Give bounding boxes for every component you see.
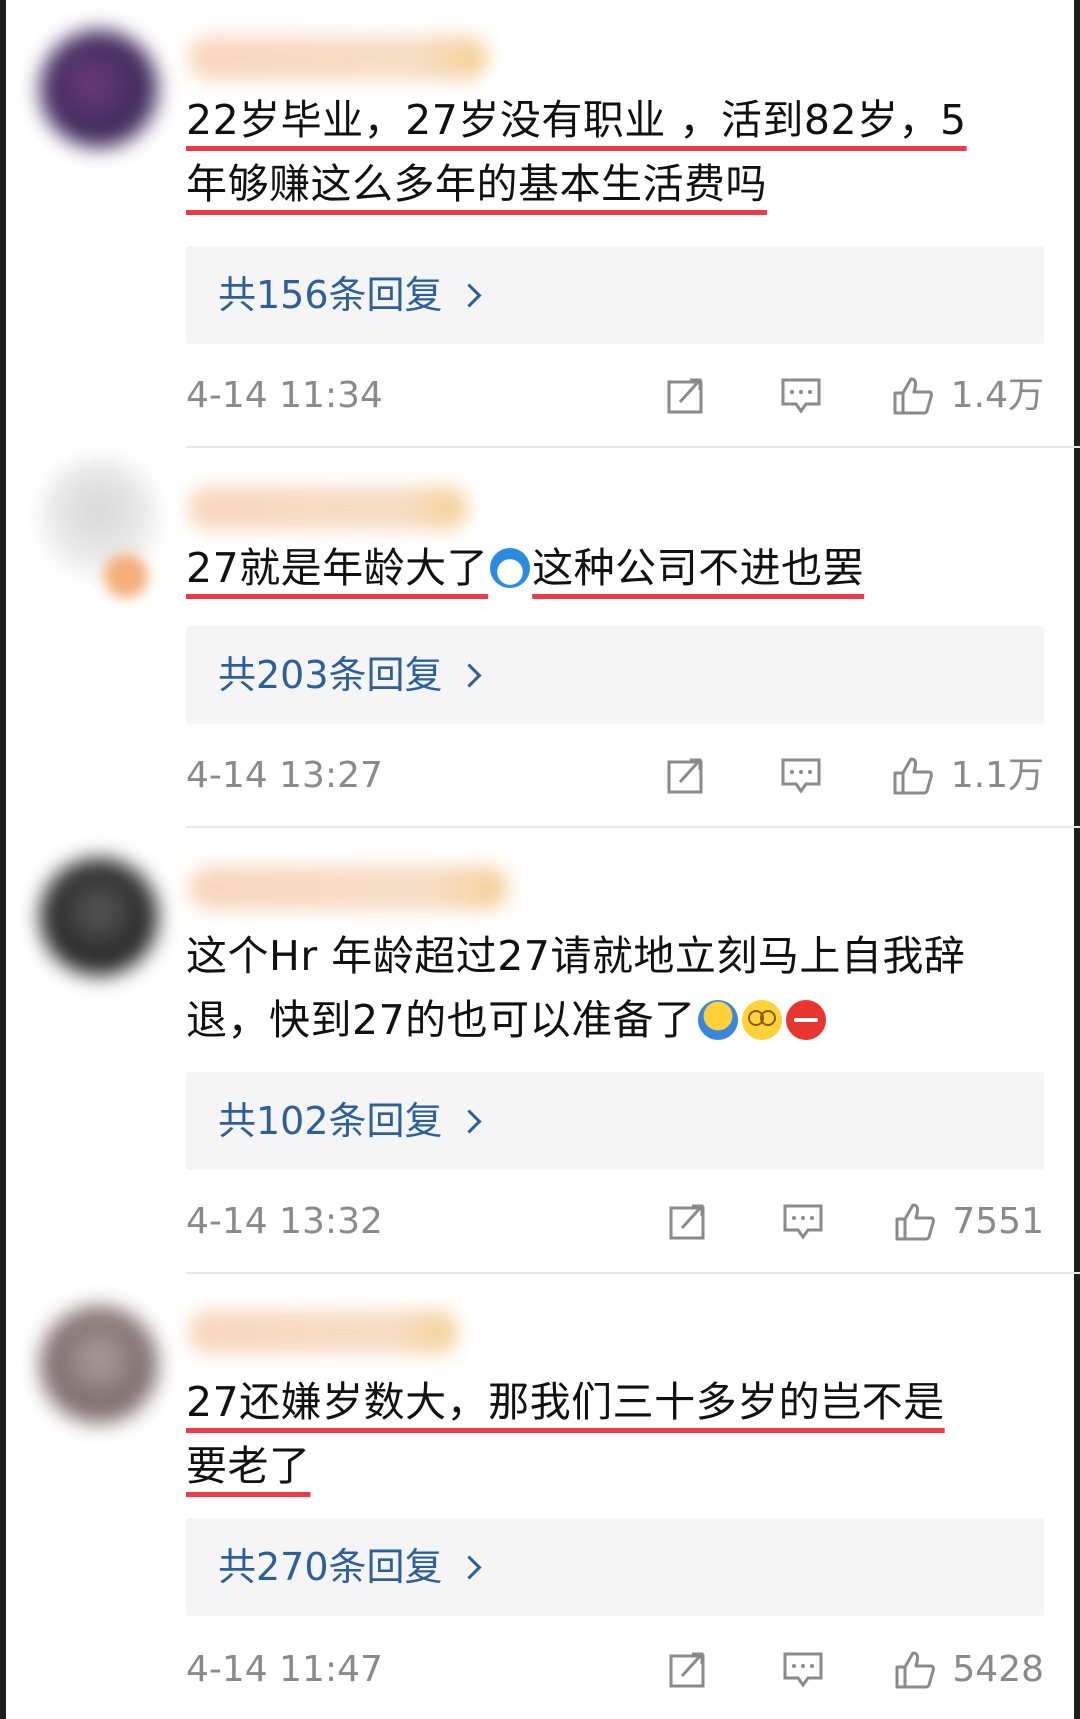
comment-line-part: 这种公司不进也罢 xyxy=(532,544,865,592)
view-replies-button[interactable]: 共270条回复 xyxy=(186,1518,1044,1616)
view-replies-button[interactable]: 共156条回复 xyxy=(186,246,1044,344)
thumbs-up-icon[interactable] xyxy=(892,756,934,796)
username-blurred[interactable] xyxy=(188,486,468,530)
avatar[interactable] xyxy=(40,858,158,976)
avatar-badge xyxy=(104,554,148,598)
avatar[interactable] xyxy=(40,30,158,148)
chevron-right-icon xyxy=(457,283,482,308)
username-blurred[interactable] xyxy=(188,866,508,910)
comment-line-part: 退，快到27的也可以准备了 xyxy=(186,996,696,1044)
comment-line: 22岁毕业，27岁没有职业 ，活到82岁，5 xyxy=(186,96,967,144)
comment-timestamp: 4-14 11:47 xyxy=(186,1649,383,1690)
comment-line: 年够赚这么多年的基本生活费吗 xyxy=(186,160,767,208)
comment-line: 这个Hr 年龄超过27请就地立刻马上自我辞 xyxy=(186,932,966,980)
username-blurred[interactable] xyxy=(188,36,488,80)
comment-timestamp: 4-14 13:32 xyxy=(186,1201,383,1242)
comment-line: 退，快到27的也可以准备了 xyxy=(186,988,1046,1052)
chevron-right-icon xyxy=(457,663,482,688)
comment-line: 27就是年龄大了 这种公司不进也罢 xyxy=(186,536,864,600)
like-count: 1.1万 xyxy=(950,755,1044,796)
comment-icon[interactable] xyxy=(780,756,822,796)
username-blurred[interactable] xyxy=(188,1310,458,1354)
view-replies-button[interactable]: 共102条回复 xyxy=(186,1072,1044,1170)
replies-count-label: 共156条回复 xyxy=(218,273,443,317)
comment-line: 27还嫌岁数大，那我们三十多岁的岂不是 xyxy=(186,1378,945,1426)
shrug-emoji xyxy=(697,1000,738,1040)
share-icon[interactable] xyxy=(668,1202,710,1242)
comment-timestamp: 4-14 13:27 xyxy=(186,755,383,796)
view-replies-button[interactable]: 共203条回复 xyxy=(186,626,1044,724)
comment-text: 27还嫌岁数大，那我们三十多岁的岂不是 要老了 xyxy=(186,1370,1046,1498)
comment-line: 要老了 xyxy=(186,1442,311,1490)
share-icon[interactable] xyxy=(668,1650,710,1690)
divider xyxy=(186,1272,1080,1274)
like-count: 7551 xyxy=(952,1201,1044,1242)
divider xyxy=(186,826,1080,828)
comment-timestamp: 4-14 11:34 xyxy=(186,375,383,416)
comment-text: 27就是年龄大了 这种公司不进也罢 xyxy=(186,536,1046,600)
comment-meta: 4-14 13:32 7551 xyxy=(186,1192,1044,1252)
share-icon[interactable] xyxy=(666,756,708,796)
angry-emoji xyxy=(785,1000,826,1040)
comment-meta: 4-14 11:47 5428 xyxy=(186,1640,1044,1700)
comment-icon[interactable] xyxy=(782,1202,824,1242)
replies-count-label: 共102条回复 xyxy=(218,1099,443,1143)
comment-icon[interactable] xyxy=(782,1650,824,1690)
like-count: 5428 xyxy=(952,1649,1044,1690)
like-count: 1.4万 xyxy=(950,375,1044,416)
chevron-right-icon xyxy=(457,1109,482,1134)
comment-text: 22岁毕业，27岁没有职业 ，活到82岁，5 年够赚这么多年的基本生活费吗 xyxy=(186,88,1046,216)
replies-count-label: 共203条回复 xyxy=(218,653,443,697)
share-icon[interactable] xyxy=(666,376,708,416)
avatar[interactable] xyxy=(40,1306,158,1424)
chevron-right-icon xyxy=(457,1555,482,1580)
replies-count-label: 共270条回复 xyxy=(218,1545,443,1589)
comment-icon[interactable] xyxy=(780,376,822,416)
thumbs-up-icon[interactable] xyxy=(894,1202,936,1242)
dizzy-emoji xyxy=(741,1000,782,1040)
comment-line-part: 27就是年龄大了 xyxy=(186,544,489,592)
comment-text: 这个Hr 年龄超过27请就地立刻马上自我辞 退，快到27的也可以准备了 xyxy=(186,924,1046,1052)
divider xyxy=(186,446,1080,448)
comment-meta: 4-14 11:34 1.4万 xyxy=(186,366,1044,426)
doraemon-emoji xyxy=(490,548,531,588)
thumbs-up-icon[interactable] xyxy=(894,1650,936,1690)
comment-meta: 4-14 13:27 1.1万 xyxy=(186,746,1044,806)
frame-left-border xyxy=(0,0,6,1719)
thumbs-up-icon[interactable] xyxy=(892,376,934,416)
frame-right-border xyxy=(1074,0,1080,1719)
